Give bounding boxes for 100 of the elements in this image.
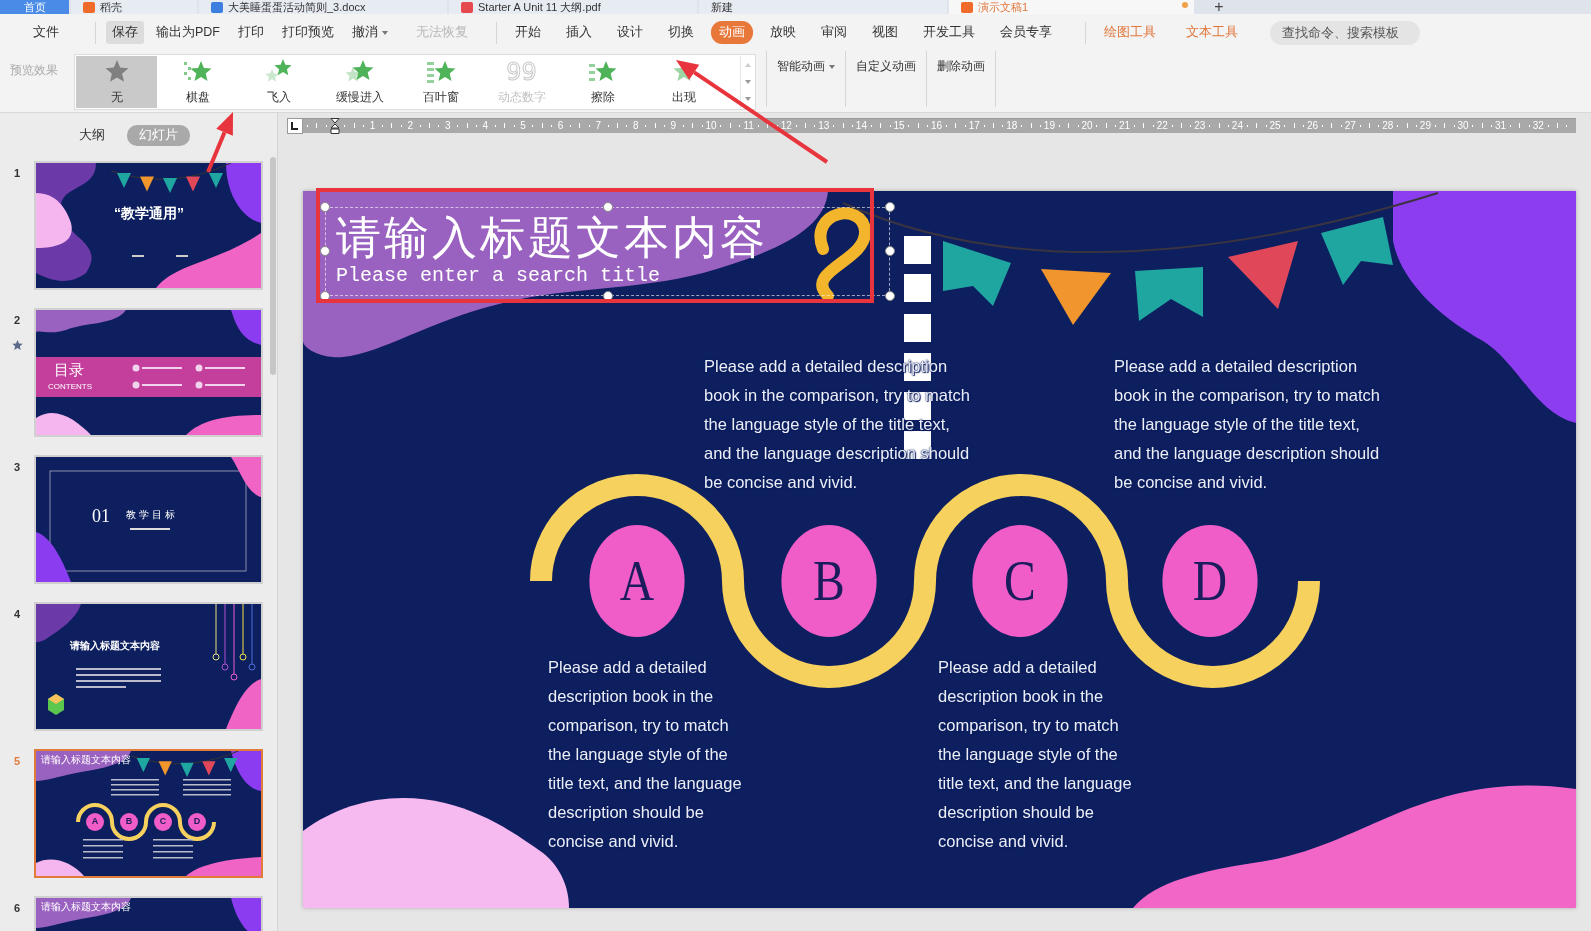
ruler-number: 15 bbox=[893, 119, 905, 133]
file-menu[interactable]: 文件 bbox=[33, 21, 59, 44]
new-tab-button[interactable]: + bbox=[1204, 0, 1234, 14]
ruler-number: 19 bbox=[1043, 119, 1055, 133]
circle-letter: D bbox=[192, 817, 202, 827]
ruler-number: 6 bbox=[557, 119, 564, 133]
effect-label: 出现 bbox=[671, 89, 696, 106]
ruler-number: 12 bbox=[780, 119, 792, 133]
ribbon-tab[interactable]: 会员专享 bbox=[992, 21, 1060, 44]
ribbon-tab[interactable]: 插入 bbox=[558, 21, 600, 44]
ribbon-tab[interactable]: 设计 bbox=[609, 21, 651, 44]
slide-subtitle: Please enter a search title bbox=[336, 264, 661, 288]
slide-number: 3 bbox=[12, 460, 22, 475]
ruler-number: 4 bbox=[482, 119, 489, 133]
circle-letter: C bbox=[158, 817, 168, 827]
ruler-number: 2 bbox=[407, 119, 413, 133]
toolbar-button[interactable]: 打印 bbox=[232, 21, 270, 44]
ruler-number: 3 bbox=[445, 119, 451, 133]
selection-handle[interactable] bbox=[603, 291, 613, 301]
ribbon-tab[interactable]: 切换 bbox=[660, 21, 702, 44]
ruler-number: 28 bbox=[1382, 119, 1394, 133]
document-tab[interactable]: 大美睡蛋蛋活动简则_3.docx bbox=[199, 0, 447, 14]
selection-handle[interactable] bbox=[320, 246, 330, 256]
slide-thumbnail[interactable]: 目录 CONTENTS bbox=[34, 308, 263, 437]
slide-title: 请输入标题文本内容 bbox=[41, 754, 131, 765]
slide-thumbnail[interactable]: 请输入标题文本内容 bbox=[34, 896, 263, 931]
ruler-number: 31 bbox=[1495, 119, 1507, 133]
ruler-number: 9 bbox=[670, 119, 677, 133]
ruler-number: 24 bbox=[1231, 119, 1243, 133]
effect-label: 无 bbox=[110, 89, 123, 106]
ruler-number: 1 bbox=[369, 119, 376, 133]
toolbar-button[interactable]: 保存 bbox=[106, 21, 144, 44]
ribbon-tab[interactable]: 审阅 bbox=[813, 21, 855, 44]
toolbar-button[interactable]: 智能动画 bbox=[777, 58, 835, 75]
animation-effect[interactable]: 棋盘 bbox=[157, 56, 238, 108]
effect-label: 擦除 bbox=[590, 89, 615, 106]
slide-title: “教学通用” bbox=[114, 206, 184, 222]
ruler-number: 21 bbox=[1119, 119, 1131, 133]
slide-number: 1 bbox=[12, 166, 22, 181]
ruler-number: 14 bbox=[855, 119, 867, 133]
slide-thumbnail[interactable]: 01 教学目标 bbox=[34, 455, 263, 584]
toolbar-button[interactable]: 自定义动画 bbox=[856, 58, 916, 75]
ribbon-tab[interactable]: 开始 bbox=[507, 21, 549, 44]
slide-subtitle: CONTENTS bbox=[48, 383, 92, 392]
ruler-number: 23 bbox=[1194, 119, 1206, 133]
animation-effect[interactable]: 缓慢进入 bbox=[319, 56, 400, 108]
animation-effect[interactable]: 飞入 bbox=[238, 56, 319, 108]
selection-handle[interactable] bbox=[885, 202, 895, 212]
toolbar-button[interactable]: 打印预览 bbox=[276, 21, 340, 44]
effect-label: 百叶窗 bbox=[422, 89, 459, 106]
ruler-number: 13 bbox=[818, 119, 830, 133]
ruler-number: 16 bbox=[931, 119, 943, 133]
ruler-number: 29 bbox=[1419, 119, 1431, 133]
slide-number: 2 bbox=[12, 313, 22, 328]
effect-label: 缓慢进入 bbox=[335, 89, 384, 106]
panel-tab[interactable]: 大纲 bbox=[67, 124, 117, 146]
selection-handle[interactable] bbox=[885, 291, 895, 301]
file-icon bbox=[461, 1, 473, 13]
circle-letter: A bbox=[90, 817, 100, 827]
ruler-number: 5 bbox=[520, 119, 526, 133]
slide-title: 请输入标题文本内容 bbox=[70, 640, 160, 651]
document-tab[interactable]: 稻壳 bbox=[71, 0, 197, 14]
selection-handle[interactable] bbox=[603, 202, 613, 212]
ruler-number: 22 bbox=[1156, 119, 1168, 133]
toolbar-button[interactable]: 撤消 bbox=[346, 21, 394, 44]
selection-handle[interactable] bbox=[320, 202, 330, 212]
effect-label: 动态数字 bbox=[497, 89, 546, 106]
slide-thumbnail[interactable]: 请输入标题文本内容 A B C D bbox=[34, 749, 263, 878]
selection-handle[interactable] bbox=[885, 246, 895, 256]
ruler-number: 25 bbox=[1269, 119, 1281, 133]
toolbar-button[interactable]: 删除动画 bbox=[937, 58, 985, 75]
toolbar-button[interactable]: 输出为PDF bbox=[150, 21, 226, 44]
search-field[interactable]: 查找命令、搜索模板 bbox=[1270, 20, 1420, 45]
section-number: 01 bbox=[92, 507, 110, 527]
ribbon-tab[interactable]: 开发工具 bbox=[915, 21, 983, 44]
selection-handle[interactable] bbox=[320, 291, 330, 301]
file-icon bbox=[961, 1, 973, 13]
slide-number: 5 bbox=[12, 754, 22, 769]
ribbon-tab[interactable]: 视图 bbox=[864, 21, 906, 44]
animation-effect[interactable]: 无 bbox=[76, 56, 157, 108]
ruler-number: 20 bbox=[1081, 119, 1093, 133]
scrollbar-thumb[interactable] bbox=[270, 157, 276, 375]
file-icon bbox=[83, 1, 95, 13]
document-tab[interactable]: Starter A Unit 11 大纲.pdf bbox=[449, 0, 697, 14]
animation-effect[interactable]: 擦除 bbox=[562, 56, 643, 108]
description-text: Please add a detailed description book in the comparison, try to match the language style of the title text, and the language description should be concise and vivid. bbox=[548, 657, 742, 852]
document-tab[interactable]: 新建 bbox=[699, 0, 947, 14]
slide-thumbnail[interactable]: 请输入标题文本内容 bbox=[34, 602, 263, 731]
indent-marker-icon[interactable] bbox=[330, 118, 340, 134]
tab-stop-icon[interactable] bbox=[287, 118, 303, 134]
ruler-number: 30 bbox=[1457, 119, 1469, 133]
ruler-number: 11 bbox=[743, 119, 754, 133]
slide-thumbnail[interactable]: “教学通用” bbox=[34, 161, 263, 290]
slide-title: 请输入标题文本内容 bbox=[336, 211, 768, 265]
ribbon-tab[interactable]: 放映 bbox=[762, 21, 804, 44]
ruler-number: 26 bbox=[1307, 119, 1319, 133]
letter-circle: C bbox=[972, 525, 1068, 637]
animation-effect[interactable]: 百叶窗 bbox=[400, 56, 481, 108]
letter-circle: A bbox=[589, 525, 685, 637]
letter-circle: D bbox=[1162, 525, 1258, 637]
